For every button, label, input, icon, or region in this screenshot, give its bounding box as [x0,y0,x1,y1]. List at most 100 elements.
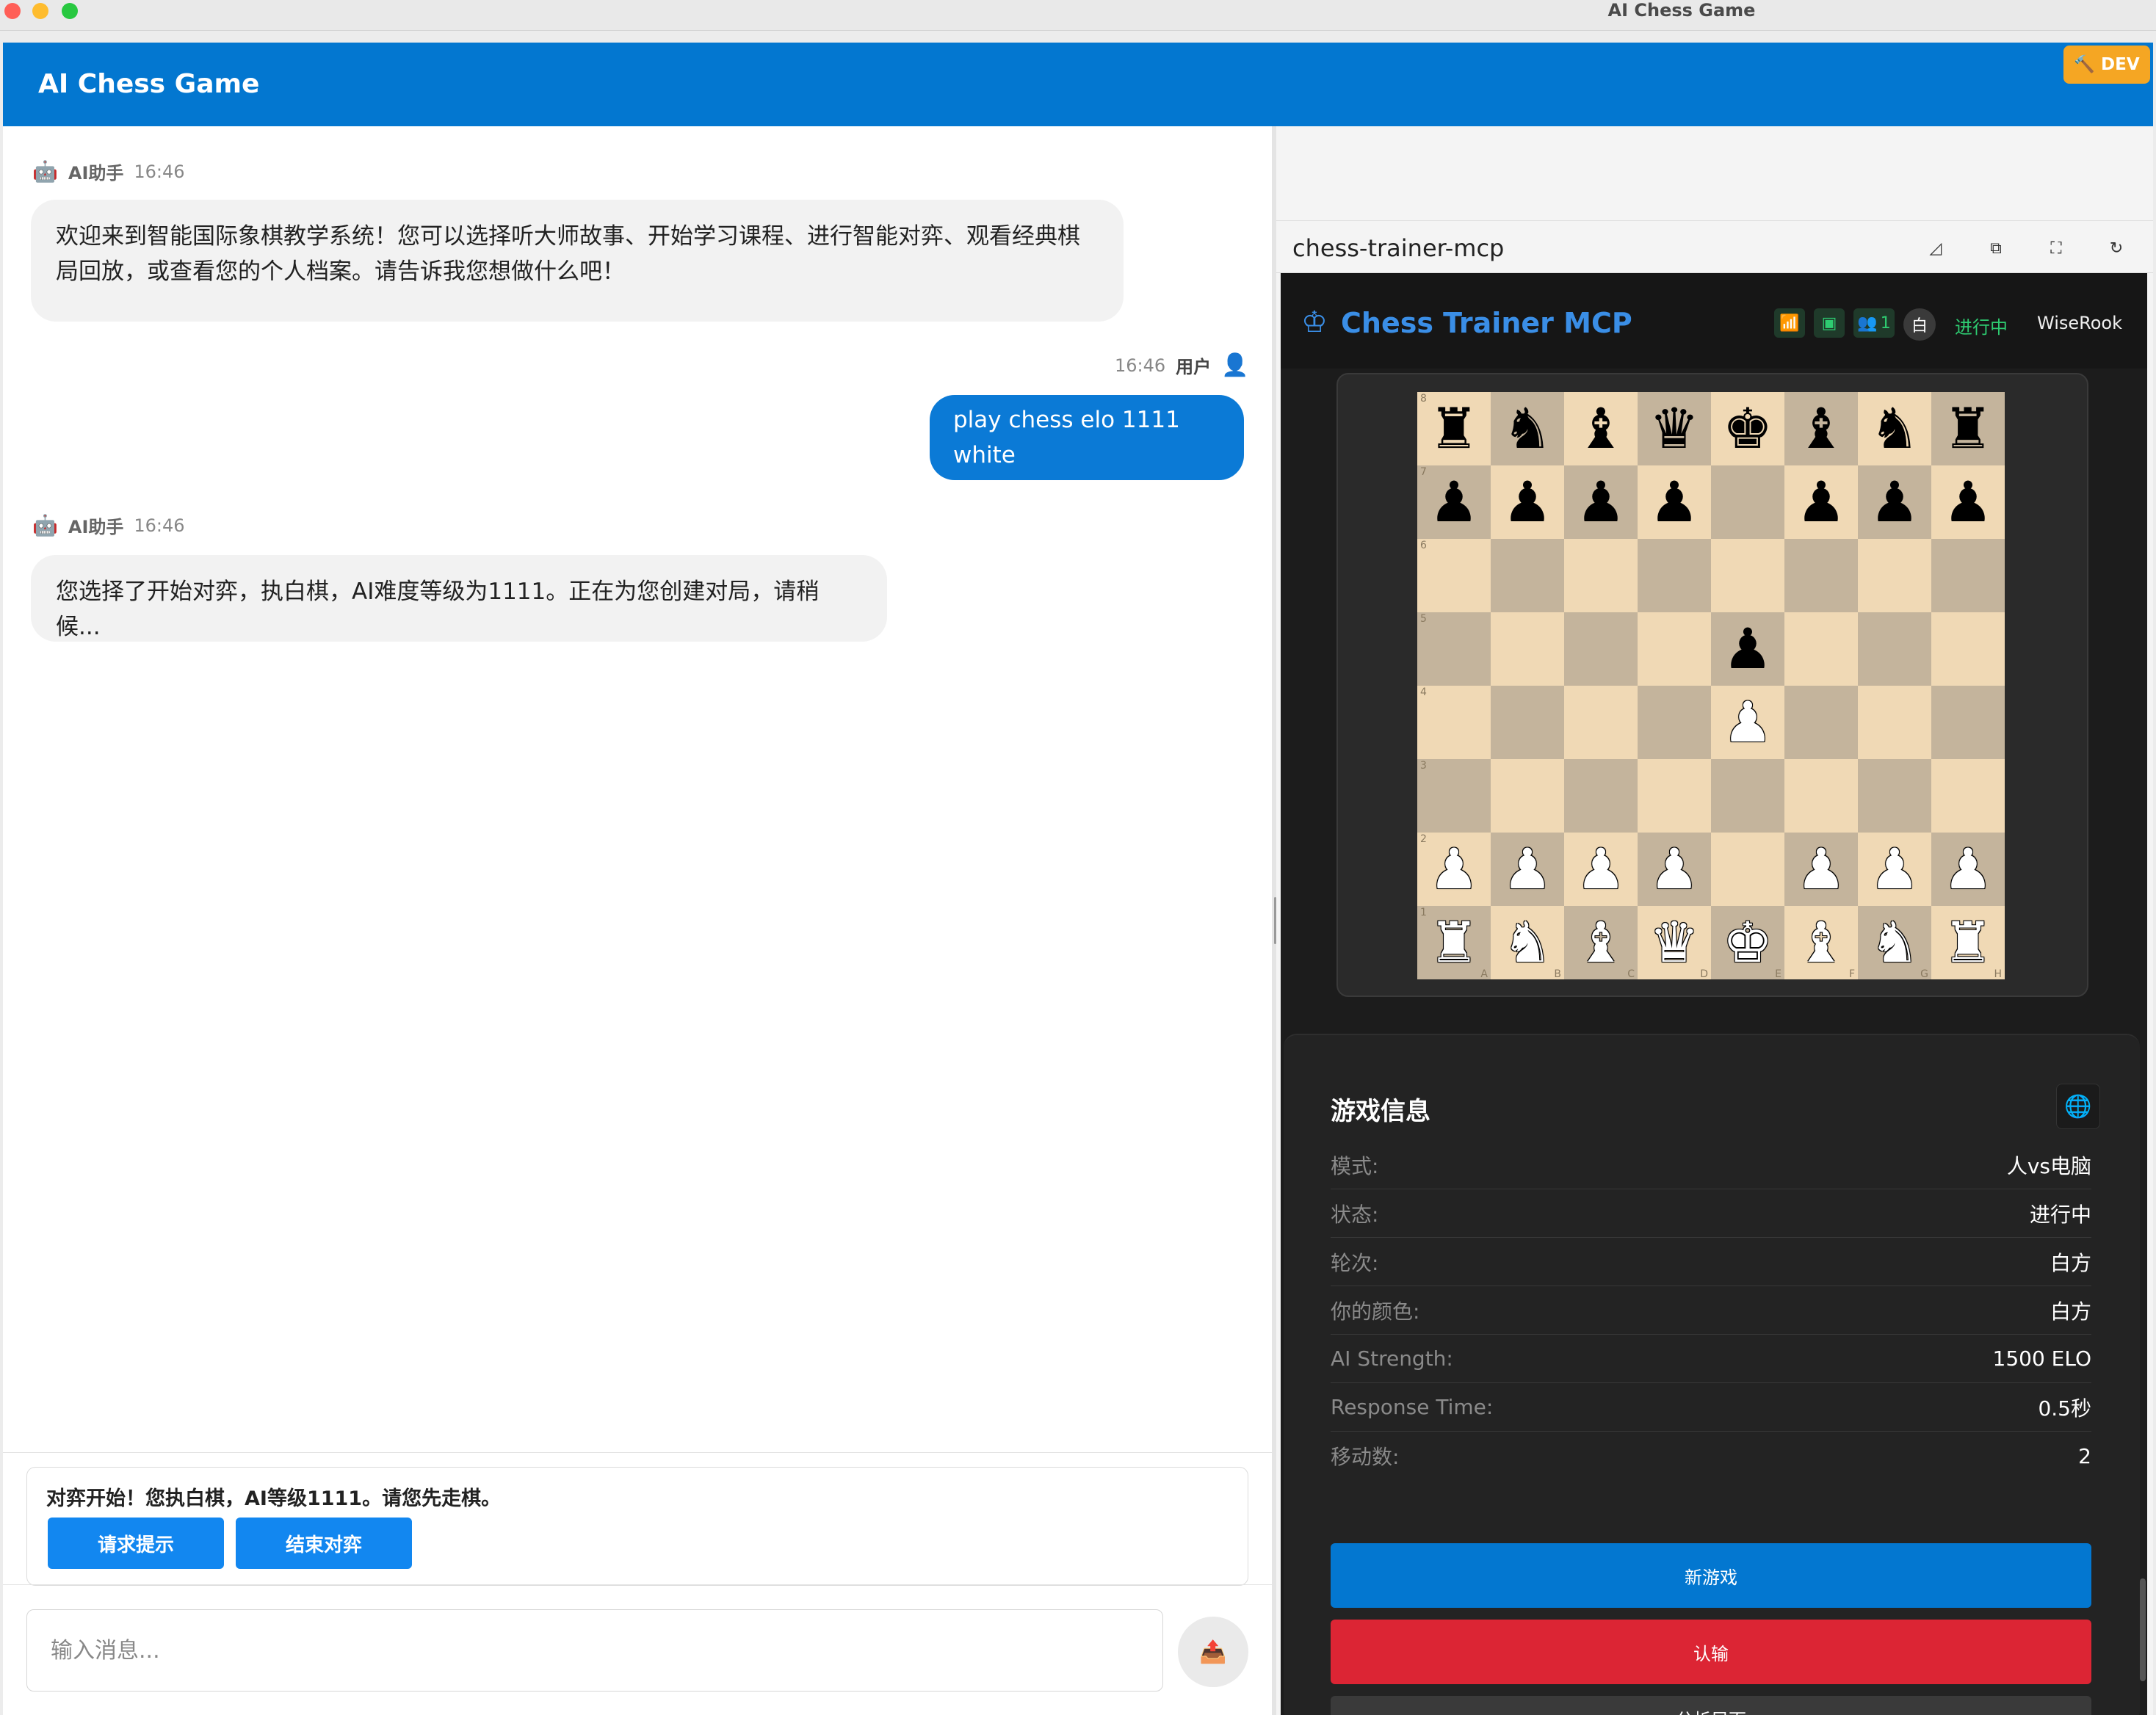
black-rook-icon[interactable]: ♜ [1943,401,1993,457]
white-knight-icon[interactable]: ♞ [1502,915,1552,971]
black-pawn-icon[interactable]: ♟ [1429,474,1479,530]
square-a1[interactable]: 1 A ♜ [1417,906,1491,979]
square-e2[interactable] [1711,833,1784,906]
square-c3[interactable] [1564,759,1638,833]
square-b4[interactable] [1491,686,1564,759]
square-h1[interactable]: H ♜ [1931,906,2005,979]
square-d3[interactable] [1638,759,1711,833]
zoom-window-button[interactable] [62,3,78,19]
square-c5[interactable] [1564,612,1638,686]
white-pawn-icon[interactable]: ♟ [1429,841,1479,897]
square-g5[interactable] [1858,612,1931,686]
square-d6[interactable] [1638,539,1711,612]
globe-icon[interactable]: 🌐 [2056,1084,2100,1129]
square-a5[interactable]: 5 [1417,612,1491,686]
square-f8[interactable]: ♝ [1784,392,1858,465]
square-a3[interactable]: 3 [1417,759,1491,833]
square-e3[interactable] [1711,759,1784,833]
square-a8[interactable]: 8 ♜ [1417,392,1491,465]
end-game-button[interactable]: 结束对弈 [236,1518,412,1569]
popout-icon[interactable]: ⧉ [1983,236,2009,262]
white-pawn-icon[interactable]: ♟ [1502,841,1552,897]
square-h6[interactable] [1931,539,2005,612]
square-b5[interactable] [1491,612,1564,686]
square-d2[interactable]: ♟ [1638,833,1711,906]
white-pawn-icon[interactable]: ♟ [1723,695,1773,750]
square-a2[interactable]: 2 ♟ [1417,833,1491,906]
black-bishop-icon[interactable]: ♝ [1576,401,1626,457]
scrollbar[interactable] [2140,1578,2146,1681]
white-queen-icon[interactable]: ♛ [1649,915,1699,971]
square-h3[interactable] [1931,759,2005,833]
square-f7[interactable]: ♟ [1784,465,1858,539]
white-pawn-icon[interactable]: ♟ [1576,841,1626,897]
square-g8[interactable]: ♞ [1858,392,1931,465]
black-rook-icon[interactable]: ♜ [1429,401,1479,457]
square-e5[interactable]: ♟ [1711,612,1784,686]
square-c7[interactable]: ♟ [1564,465,1638,539]
square-a7[interactable]: 7 ♟ [1417,465,1491,539]
square-h8[interactable]: ♜ [1931,392,2005,465]
message-input[interactable] [26,1609,1163,1692]
send-icon[interactable]: 📤 [1178,1617,1248,1687]
square-h2[interactable]: ♟ [1931,833,2005,906]
square-d7[interactable]: ♟ [1638,465,1711,539]
square-h4[interactable] [1931,686,2005,759]
refresh-icon[interactable]: ↻ [2103,236,2130,262]
fullscreen-icon[interactable]: ⛶ [2043,236,2069,262]
square-e7[interactable] [1711,465,1784,539]
pin-icon[interactable]: ◿ [1922,236,1949,262]
white-knight-icon[interactable]: ♞ [1870,915,1920,971]
analyze-position-button[interactable]: 分析局面 [1331,1696,2091,1715]
white-pawn-icon[interactable]: ♟ [1796,841,1846,897]
white-bishop-icon[interactable]: ♝ [1796,915,1846,971]
square-c2[interactable]: ♟ [1564,833,1638,906]
dev-badge[interactable]: 🔨 DEV [2063,46,2150,84]
resign-button[interactable]: 认输 [1331,1620,2091,1684]
black-pawn-icon[interactable]: ♟ [1723,621,1773,677]
black-knight-icon[interactable]: ♞ [1502,401,1552,457]
white-rook-icon[interactable]: ♜ [1943,915,1993,971]
black-pawn-icon[interactable]: ♟ [1649,474,1699,530]
square-f1[interactable]: F ♝ [1784,906,1858,979]
black-queen-icon[interactable]: ♛ [1649,401,1699,457]
minimize-window-button[interactable] [32,3,48,19]
square-g1[interactable]: G ♞ [1858,906,1931,979]
square-f5[interactable] [1784,612,1858,686]
black-pawn-icon[interactable]: ♟ [1796,474,1846,530]
request-hint-button[interactable]: 请求提示 [48,1518,224,1569]
square-b8[interactable]: ♞ [1491,392,1564,465]
square-g4[interactable] [1858,686,1931,759]
white-pawn-icon[interactable]: ♟ [1649,841,1699,897]
square-b3[interactable] [1491,759,1564,833]
black-king-icon[interactable]: ♚ [1723,401,1773,457]
square-f2[interactable]: ♟ [1784,833,1858,906]
square-d8[interactable]: ♛ [1638,392,1711,465]
white-pawn-icon[interactable]: ♟ [1943,841,1993,897]
square-c8[interactable]: ♝ [1564,392,1638,465]
white-king-icon[interactable]: ♚ [1723,915,1773,971]
square-g3[interactable] [1858,759,1931,833]
square-g7[interactable]: ♟ [1858,465,1931,539]
square-f6[interactable] [1784,539,1858,612]
square-a6[interactable]: 6 [1417,539,1491,612]
square-f4[interactable] [1784,686,1858,759]
close-window-button[interactable] [4,3,21,19]
square-g6[interactable] [1858,539,1931,612]
square-e8[interactable]: ♚ [1711,392,1784,465]
square-e4[interactable]: ♟ [1711,686,1784,759]
black-pawn-icon[interactable]: ♟ [1502,474,1552,530]
square-b7[interactable]: ♟ [1491,465,1564,539]
black-knight-icon[interactable]: ♞ [1870,401,1920,457]
square-c1[interactable]: C ♝ [1564,906,1638,979]
square-g2[interactable]: ♟ [1858,833,1931,906]
square-a4[interactable]: 4 [1417,686,1491,759]
square-f3[interactable] [1784,759,1858,833]
chessboard[interactable]: 8 ♜ ♞ ♝ ♛ ♚ ♝ ♞ ♜ 7 ♟ ♟ ♟ ♟ ♟ ♟ ♟ 6 5 ♟ 4 ♟ 3 2 ♟ ♟ ♟ ♟ ♟ ♟ ♟ 1 A ♜ B ♞ C ♝ D ♛… [1417,392,2005,979]
square-h7[interactable]: ♟ [1931,465,2005,539]
square-c4[interactable] [1564,686,1638,759]
new-game-button[interactable]: 新游戏 [1331,1543,2091,1608]
white-pawn-icon[interactable]: ♟ [1870,841,1920,897]
black-pawn-icon[interactable]: ♟ [1576,474,1626,530]
square-d4[interactable] [1638,686,1711,759]
